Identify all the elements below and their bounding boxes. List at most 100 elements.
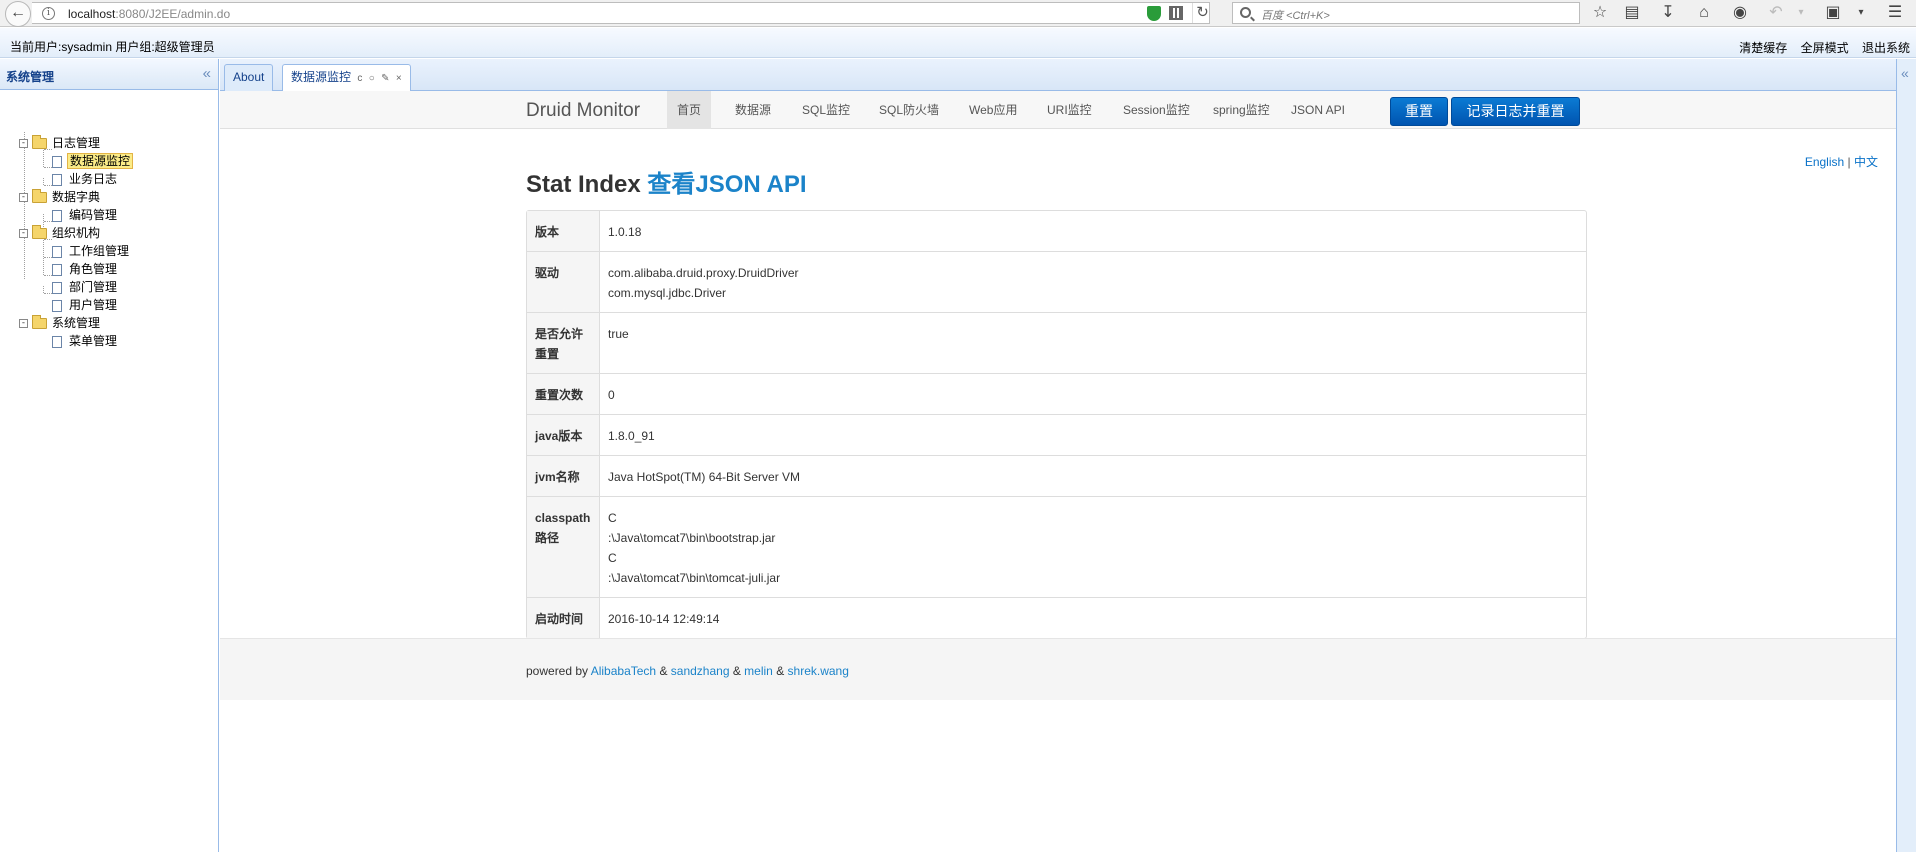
clear-cache-link[interactable]: 清楚缓存	[1739, 41, 1787, 55]
druid-brand[interactable]: Druid Monitor	[526, 100, 640, 122]
stat-key: 驱动	[527, 251, 600, 312]
tree-item-menu[interactable]: 菜单管理	[52, 333, 119, 350]
sidebar-header: 系统管理 «	[0, 59, 218, 90]
nav-web-app[interactable]: Web应用	[959, 91, 1027, 129]
folder-icon	[32, 135, 47, 150]
page-title: Stat Index 查看JSON API	[526, 171, 807, 198]
info-icon[interactable]: i	[42, 7, 55, 20]
crop-dropdown-icon[interactable]: ▾	[1850, 2, 1872, 24]
nav-uri-monitor[interactable]: URI监控	[1037, 91, 1102, 129]
lang-chinese-link[interactable]: 中文	[1854, 155, 1878, 169]
page-icon	[52, 209, 62, 222]
collapse-node-icon[interactable]: -	[19, 229, 28, 239]
nav-datasource[interactable]: 数据源	[725, 91, 781, 129]
stat-value: 1.0.18	[608, 225, 642, 239]
nav-spring-monitor[interactable]: spring监控	[1203, 91, 1280, 129]
download-icon[interactable]: ↧	[1657, 2, 1679, 24]
collapse-left-icon[interactable]: «	[203, 65, 211, 82]
reload-icon[interactable]: ↻	[1192, 3, 1212, 23]
footer: powered by AlibabaTech & sandzhang & mel…	[220, 638, 1896, 700]
page-icon	[52, 281, 62, 294]
view-json-api-link[interactable]: 查看JSON API	[647, 171, 806, 198]
undo-dropdown-icon[interactable]: ▾	[1790, 2, 1812, 24]
nav-sql-monitor[interactable]: SQL监控	[792, 91, 860, 129]
collapse-node-icon[interactable]: -	[19, 319, 28, 329]
tree-item-role[interactable]: 角色管理	[52, 261, 119, 278]
tree-item-business-log[interactable]: 业务日志	[52, 171, 119, 188]
tree-folder-log[interactable]: - 日志管理	[19, 135, 102, 152]
nav-session-monitor[interactable]: Session监控	[1113, 91, 1200, 129]
current-user-info: 当前用户:sysadmin 用户组:超级管理员	[10, 40, 215, 54]
page-icon	[52, 155, 62, 168]
reset-button[interactable]: 重置	[1390, 97, 1448, 126]
radio-tab-icon[interactable]: ○	[369, 73, 375, 84]
undo-icon[interactable]: ↶	[1765, 2, 1787, 24]
tree-item-department[interactable]: 部门管理	[52, 279, 119, 296]
footer-link-sandzhang[interactable]: sandzhang	[671, 664, 730, 678]
app-header: 当前用户:sysadmin 用户组:超级管理员 清楚缓存 全屏模式 退出系统	[0, 28, 1916, 58]
chat-icon[interactable]: ◉	[1729, 2, 1751, 24]
back-arrow-icon[interactable]: ←	[5, 1, 31, 27]
stat-value: 1.8.0_91	[600, 414, 1586, 455]
table-row: 驱动 com.alibaba.druid.proxy.DruidDriver co…	[527, 251, 1586, 312]
home-icon[interactable]: ⌂	[1693, 2, 1715, 24]
crop-icon[interactable]: ▣	[1822, 2, 1844, 24]
tab-about[interactable]: About	[224, 64, 274, 91]
table-row: classpath路径 C :\Java\tomcat7\bin\bootstr…	[527, 496, 1586, 597]
stat-table: 版本 1.0.18 驱动 com.alibaba.druid.proxy.Dru…	[526, 210, 1587, 639]
stat-key: 重置次数	[527, 373, 600, 414]
nav-sql-firewall[interactable]: SQL防火墙	[869, 91, 949, 129]
edit-tab-icon[interactable]: ✎	[381, 73, 389, 84]
nav-json-api[interactable]: JSON API	[1281, 91, 1355, 129]
stat-value: Java HotSpot(TM) 64-Bit Server VM	[600, 455, 1586, 496]
collapse-node-icon[interactable]: -	[19, 193, 28, 203]
address-bar[interactable]: i localhost:8080/J2EE/admin.do ↻	[32, 2, 1210, 24]
page-icon	[52, 173, 62, 186]
tree-item-workgroup[interactable]: 工作组管理	[52, 243, 131, 260]
footer-link-melin[interactable]: melin	[744, 664, 773, 678]
page-icon	[52, 263, 62, 276]
main-content: Druid Monitor 首页 数据源 SQL监控 SQL防火墙 Web应用 …	[220, 91, 1896, 852]
sidebar-title: 系统管理	[6, 70, 55, 84]
tree-item-user[interactable]: 用户管理	[52, 297, 119, 314]
tree-folder-organization[interactable]: - 组织机构	[19, 225, 102, 242]
browser-toolbar: ← i localhost:8080/J2EE/admin.do ↻ 百度 <C…	[0, 0, 1916, 27]
search-placeholder: 百度 <Ctrl+K>	[1261, 10, 1330, 22]
url-text[interactable]: localhost:8080/J2EE/admin.do	[68, 7, 230, 21]
tab-bar: About 数据源监控 c ○ ✎ ×	[220, 59, 1896, 92]
shield-icon[interactable]	[1147, 6, 1161, 21]
search-input[interactable]: 百度 <Ctrl+K>	[1232, 2, 1580, 24]
expand-left-icon[interactable]: «	[1901, 65, 1909, 81]
fullscreen-link[interactable]: 全屏模式	[1801, 41, 1849, 55]
menu-icon[interactable]: ☰	[1884, 2, 1906, 24]
close-icon[interactable]: ×	[396, 73, 402, 84]
log-and-reset-button[interactable]: 记录日志并重置	[1451, 97, 1580, 126]
stat-key: 启动时间	[527, 597, 600, 638]
sidebar: 系统管理 « - 日志管理 数据源监控 业务日志 - 数据字典 编码管理 - 组…	[0, 59, 219, 852]
folder-icon	[32, 225, 47, 240]
logout-link[interactable]: 退出系统	[1862, 41, 1910, 55]
table-row: 重置次数 0	[527, 373, 1586, 414]
stat-key: jvm名称	[527, 455, 600, 496]
stat-value: 2016-10-14 12:49:14	[600, 597, 1586, 638]
star-icon[interactable]: ☆	[1589, 2, 1611, 24]
collapse-node-icon[interactable]: -	[19, 139, 28, 149]
tree-folder-system[interactable]: - 系统管理	[19, 315, 102, 332]
folder-icon	[32, 189, 47, 204]
refresh-tab-icon[interactable]: c	[357, 73, 362, 84]
lang-english-link[interactable]: English	[1805, 155, 1844, 169]
footer-link-alibabatech[interactable]: AlibabaTech	[591, 664, 656, 678]
reading-list-icon[interactable]: ▤	[1621, 2, 1643, 24]
stat-key: java版本	[527, 414, 600, 455]
page-icon	[52, 299, 62, 312]
right-collapsed-panel: «	[1896, 59, 1916, 852]
language-switch: English | 中文	[1804, 155, 1878, 169]
footer-link-shrek-wang[interactable]: shrek.wang	[788, 664, 849, 678]
search-icon	[1240, 7, 1251, 18]
tree-folder-dictionary[interactable]: - 数据字典	[19, 189, 102, 206]
tab-datasource-monitor[interactable]: 数据源监控 c ○ ✎ ×	[282, 64, 411, 92]
tree-item-code-management[interactable]: 编码管理	[52, 207, 119, 224]
nav-home[interactable]: 首页	[667, 91, 712, 129]
qr-code-icon[interactable]	[1169, 6, 1183, 20]
tree-item-datasource-monitor[interactable]: 数据源监控	[52, 153, 134, 170]
